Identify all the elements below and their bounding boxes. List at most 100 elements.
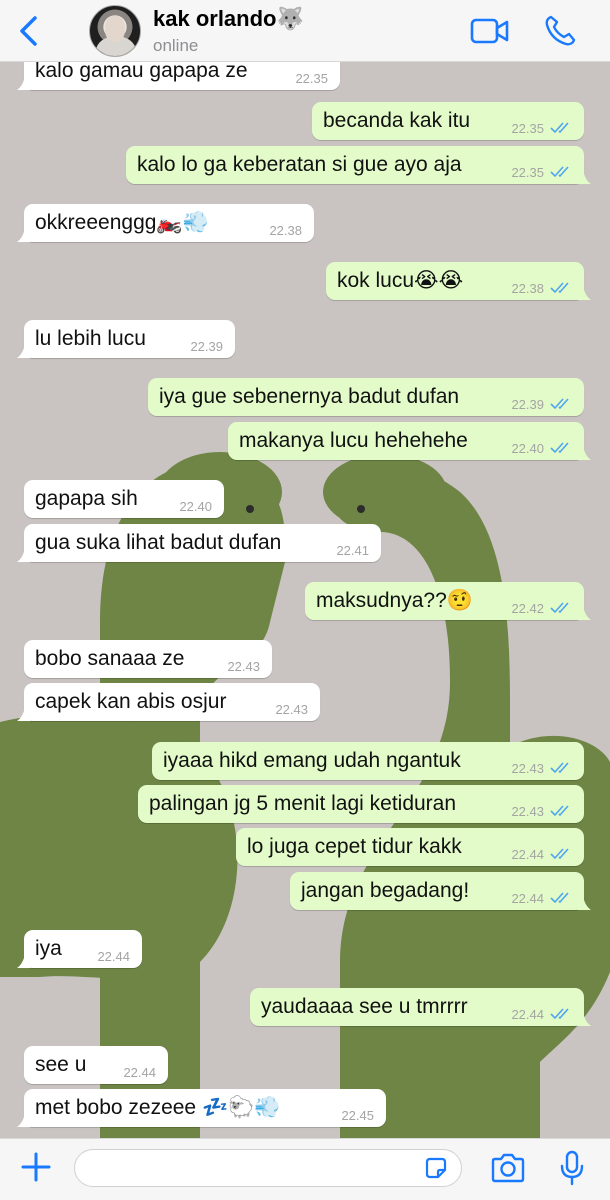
outgoing-message[interactable]: iyaaa hikd emang udah ngantuk 22.43 [152,742,584,780]
read-receipt-icon [550,442,569,454]
message-text: iyaaa hikd emang udah ngantuk [163,749,461,772]
chat-area[interactable]: kalo gamau gapapa ze 22.35 becanda kak itu… [0,62,610,1138]
sticker-icon[interactable] [425,1157,447,1179]
read-receipt-icon [550,122,569,134]
read-receipt-icon [550,762,569,774]
outgoing-message[interactable]: yaudaaaa see u tmrrrr 22.44 [250,988,591,1026]
message-text: kalo lo ga keberatan si gue ayo aja [137,153,462,176]
compose-bar [0,1138,610,1200]
incoming-message[interactable]: see u 22.44 [24,1046,168,1084]
read-receipt-icon [550,602,569,614]
incoming-message[interactable]: kalo gamau gapapa ze 22.35 [17,62,340,90]
contact-status: online [153,36,199,55]
message-text: lu lebih lucu [35,327,146,350]
microphone-icon[interactable] [559,1150,585,1186]
back-chevron-icon[interactable] [14,14,44,48]
outgoing-message[interactable]: lo juga cepet tidur kakk 22.44 [236,828,584,866]
message-time: 22.41 [336,543,369,558]
incoming-message[interactable]: gua suka lihat badut dufan 22.41 [17,524,381,562]
phone-icon[interactable] [543,14,577,48]
outgoing-message[interactable]: iya gue sebenernya badut dufan 22.39 [148,378,584,416]
outgoing-message[interactable]: palingan jg 5 menit lagi ketiduran 22.43 [138,785,584,823]
bubble-tail [17,707,31,721]
bubble-tail [17,344,31,358]
bubble-tail [577,1012,591,1026]
bubble-tail [577,170,591,184]
read-receipt-icon [550,166,569,178]
message-text: yaudaaaa see u tmrrrr [261,995,468,1018]
outgoing-message[interactable]: maksudnya??🤨 22.42 [305,582,591,620]
incoming-message[interactable]: gapapa sih 22.40 [24,480,224,518]
message-text: see u [35,1053,87,1076]
message-text: kok lucu😭😭 [337,269,464,292]
message-time: 22.38 [269,223,302,238]
bubble-tail [577,896,591,910]
message-time: 22.44 [511,847,544,862]
message-time: 22.44 [97,949,130,964]
message-time: 22.35 [511,121,544,136]
message-time: 22.45 [341,1108,374,1123]
message-text: bobo sanaaa ze [35,647,185,670]
message-time: 22.44 [511,1007,544,1022]
message-time: 22.43 [511,804,544,819]
message-text: jangan begadang! [301,879,470,902]
message-time: 22.35 [511,165,544,180]
message-time: 22.40 [179,499,212,514]
incoming-message[interactable]: bobo sanaaa ze 22.43 [24,640,272,678]
bubble-tail [17,954,31,968]
bubble-tail [577,606,591,620]
chat-header: kak orlando🐺 online [0,0,610,62]
incoming-message[interactable]: met bobo zezeee 💤🐑💨 22.45 [17,1089,386,1127]
message-text: met bobo zezeee 💤🐑💨 [35,1096,281,1119]
bubble-tail [17,548,31,562]
message-text: okkreeenggg🏍️💨 [35,211,209,234]
message-time: 22.35 [295,71,328,86]
message-time: 22.43 [227,659,260,674]
message-time: 22.40 [511,441,544,456]
outgoing-message[interactable]: becanda kak itu 22.35 [312,102,584,140]
avatar[interactable] [89,5,141,57]
message-text: iya [35,937,62,960]
outgoing-message[interactable]: makanya lucu hehehehe 22.40 [228,422,591,460]
contact-name[interactable]: kak orlando🐺 [153,6,304,32]
incoming-message[interactable]: okkreeenggg🏍️💨 22.38 [17,204,314,242]
message-text: capek kan abis osjur [35,690,227,713]
message-time: 22.39 [511,397,544,412]
bubble-tail [17,76,31,90]
message-text: maksudnya??🤨 [316,589,473,612]
message-text: iya gue sebenernya badut dufan [159,385,460,408]
message-time: 22.38 [511,281,544,296]
camera-icon[interactable] [490,1153,526,1183]
read-receipt-icon [550,848,569,860]
bubble-tail [17,1113,31,1127]
message-input[interactable] [74,1149,462,1187]
bubble-tail [577,446,591,460]
message-text: gua suka lihat badut dufan [35,531,282,554]
video-call-icon[interactable] [470,16,510,46]
incoming-message[interactable]: lu lebih lucu 22.39 [17,320,235,358]
read-receipt-icon [550,892,569,904]
message-time: 22.43 [275,702,308,717]
message-time: 22.44 [511,891,544,906]
message-time: 22.44 [123,1065,156,1080]
read-receipt-icon [550,1008,569,1020]
read-receipt-icon [550,805,569,817]
plus-icon[interactable] [20,1151,52,1183]
read-receipt-icon [550,398,569,410]
outgoing-message[interactable]: jangan begadang! 22.44 [290,872,591,910]
outgoing-message[interactable]: kok lucu😭😭 22.38 [326,262,591,300]
incoming-message[interactable]: capek kan abis osjur 22.43 [17,683,320,721]
message-text: lo juga cepet tidur kakk [247,835,462,858]
message-text: palingan jg 5 menit lagi ketiduran [149,792,457,815]
message-time: 22.43 [511,761,544,776]
message-text: becanda kak itu [323,109,471,132]
message-text: kalo gamau gapapa ze [35,62,248,82]
outgoing-message[interactable]: kalo lo ga keberatan si gue ayo aja 22.35 [126,146,591,184]
message-time: 22.39 [190,339,223,354]
incoming-message[interactable]: iya 22.44 [17,930,142,968]
bubble-tail [17,228,31,242]
message-text: gapapa sih [35,487,138,510]
bubble-tail [577,286,591,300]
message-text: makanya lucu hehehehe [239,429,468,452]
read-receipt-icon [550,282,569,294]
